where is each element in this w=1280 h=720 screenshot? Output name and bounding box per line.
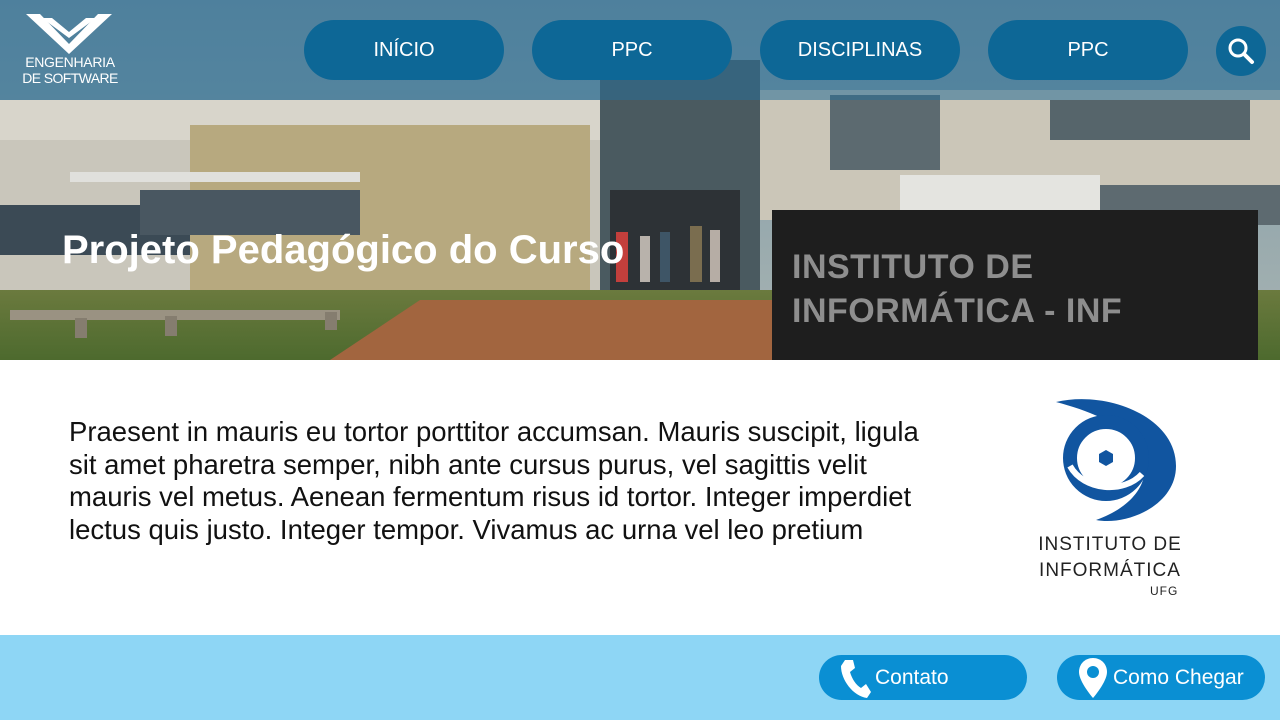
institute-logo: INSTITUTO DE INFORMÁTICA UFG xyxy=(1020,396,1200,602)
nav-inicio-button[interactable]: INÍCIO xyxy=(304,20,504,80)
building-sign-line2: INFORMÁTICA - INF xyxy=(792,292,1123,330)
brand-name-line1: ENGENHARIA xyxy=(25,54,115,70)
page-title: Projeto Pedagógico do Curso xyxy=(62,228,625,272)
nav-disciplinas-button[interactable]: DISCIPLINAS xyxy=(760,20,960,80)
contact-button[interactable]: Contato xyxy=(819,655,1027,700)
directions-button[interactable]: Como Chegar xyxy=(1057,655,1265,700)
brand-logo[interactable]: ENGENHARIA DE SOFTWARE xyxy=(14,12,124,92)
building-sign-line1: INSTITUTO DE xyxy=(792,248,1034,286)
institute-logo-line2: INFORMÁTICA xyxy=(1039,560,1181,581)
institute-logo-line3: UFG xyxy=(1150,584,1179,598)
institute-logo-line1: INSTITUTO DE xyxy=(1038,534,1182,555)
intro-paragraph: Praesent in mauris eu tortor porttitor a… xyxy=(69,416,919,545)
directions-button-label: Como Chegar xyxy=(1113,665,1244,689)
nav-ppc-secondary-button[interactable]: PPC xyxy=(988,20,1188,80)
search-button[interactable] xyxy=(1216,26,1266,76)
contact-button-label: Contato xyxy=(875,665,949,689)
brand-mark-icon xyxy=(26,14,112,54)
search-icon xyxy=(1228,38,1254,64)
brand-name-line2: DE SOFTWARE xyxy=(22,70,118,86)
footer-bar: Contato Como Chegar xyxy=(0,635,1280,720)
building-sign: INSTITUTO DE INFORMÁTICA - INF xyxy=(772,210,1258,360)
nav-ppc-button[interactable]: PPC xyxy=(532,20,732,80)
institute-eye-icon xyxy=(1056,399,1176,522)
hero-banner: ENGENHARIA DE SOFTWARE INÍCIO PPC DISCIP… xyxy=(0,0,1280,360)
phone-icon xyxy=(839,658,871,698)
map-pin-icon xyxy=(1077,657,1109,698)
